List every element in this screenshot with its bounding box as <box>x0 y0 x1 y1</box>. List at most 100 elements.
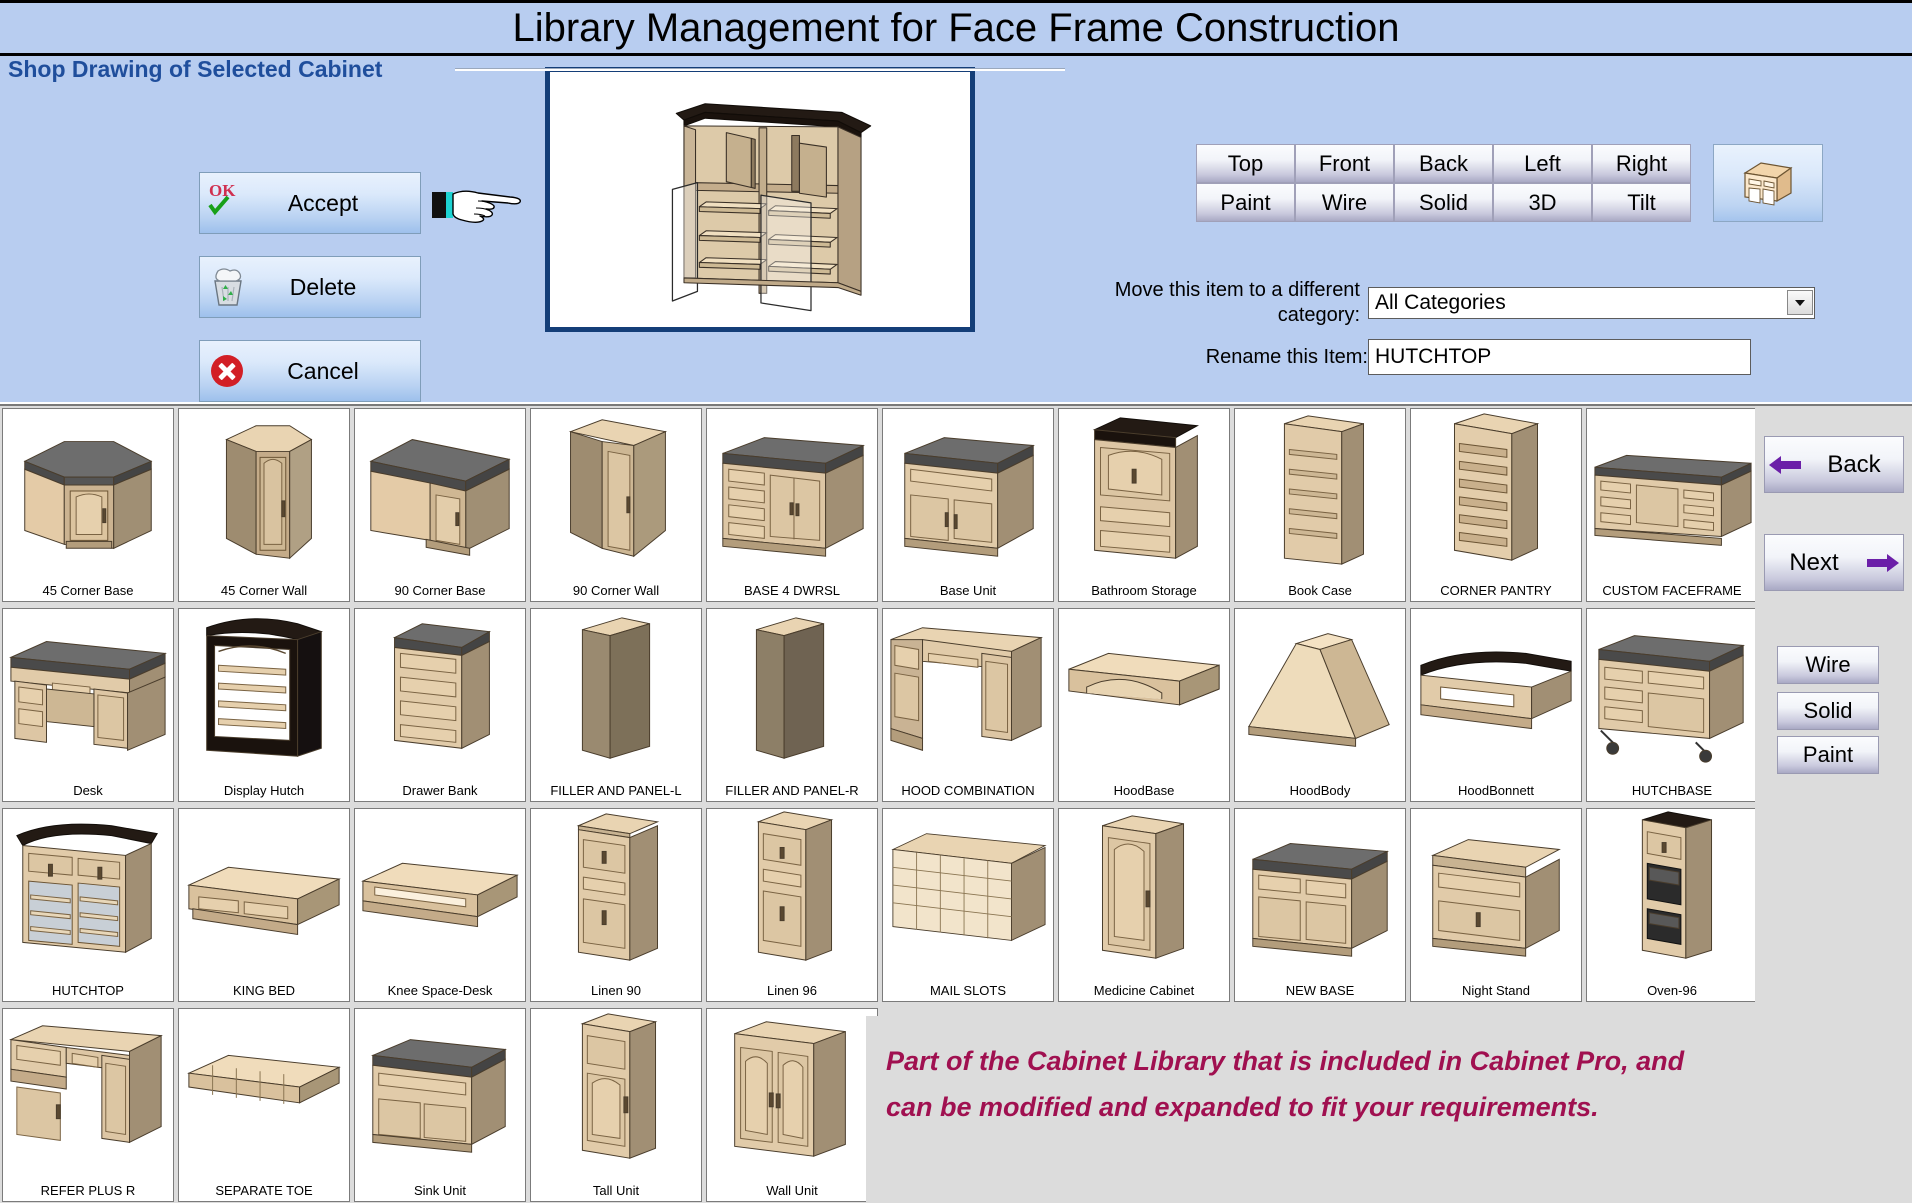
view-front-button[interactable]: Front <box>1295 144 1394 183</box>
library-item-hoodbonnett[interactable]: HoodBonnett <box>1410 608 1582 802</box>
library-note-line-1: Part of the Cabinet Library that is incl… <box>886 1046 1685 1076</box>
view-right-button[interactable]: Right <box>1592 144 1691 183</box>
library-item-90-corner-base[interactable]: 90 Corner Base <box>354 408 526 602</box>
arrow-right-icon <box>1867 553 1899 572</box>
library-item-refer-plus-r[interactable]: REFER PLUS R <box>2 1008 174 1202</box>
back-button[interactable]: Back <box>1764 436 1904 493</box>
bath-storage-thumb <box>1092 417 1200 560</box>
view-top-button[interactable]: Top <box>1196 144 1295 183</box>
library-item-label: MAIL SLOTS <box>929 983 1007 998</box>
hutch-base-thumb <box>1598 635 1746 763</box>
library-item-hoodbody[interactable]: HoodBody <box>1234 608 1406 802</box>
library-item-label: HoodBase <box>1113 783 1175 798</box>
library-item-label: CORNER PANTRY <box>1440 583 1552 598</box>
pointing-hand-icon <box>432 186 522 228</box>
wall-unit-thumb <box>734 1021 846 1157</box>
library-item-separate-toe[interactable]: SEPARATE TOE <box>178 1008 350 1202</box>
display-hutch-thumb <box>206 618 323 757</box>
library-item-base-4-dwrsl[interactable]: BASE 4 DWRSL <box>706 408 878 602</box>
library-item-45-corner-wall[interactable]: 45 Corner Wall <box>178 408 350 602</box>
rename-item-label: Rename this Item: <box>1205 346 1368 368</box>
library-item-drawer-bank[interactable]: Drawer Bank <box>354 608 526 802</box>
delete-button[interactable]: Delete <box>199 256 421 318</box>
separate-toe-thumb <box>187 1054 341 1104</box>
library-item-label: 90 Corner Wall <box>572 583 660 598</box>
view-buttons-row-2: Paint Wire Solid 3D Tilt <box>1196 183 1694 222</box>
solid-mode-button[interactable]: Solid <box>1777 692 1879 730</box>
library-item-base-unit[interactable]: Base Unit <box>882 408 1054 602</box>
refer-plus-r-thumb <box>8 1025 163 1144</box>
cancel-button[interactable]: Cancel <box>199 340 421 402</box>
library-item-hood-combination[interactable]: HOOD COMBINATION <box>882 608 1054 802</box>
library-row-2: Desk Display Hutch Drawer Bank FILLER AN… <box>0 606 1755 806</box>
library-item-knee-space-desk[interactable]: Knee Space-Desk <box>354 808 526 1002</box>
library-item-sink-unit[interactable]: Sink Unit <box>354 1008 526 1202</box>
library-item-label: HoodBody <box>1289 783 1351 798</box>
desk-thumb <box>9 641 167 752</box>
view-tilt-button[interactable]: Tilt <box>1592 183 1691 222</box>
group-divider-rule <box>455 68 1065 71</box>
library-item-king-bed[interactable]: KING BED <box>178 808 350 1002</box>
category-select[interactable] <box>1368 287 1815 319</box>
paint-mode-button[interactable]: Paint <box>1777 736 1879 774</box>
wire-mode-button[interactable]: Wire <box>1777 646 1879 684</box>
chevron-down-icon[interactable] <box>1787 290 1813 315</box>
library-item-90-corner-wall[interactable]: 90 Corner Wall <box>530 408 702 602</box>
new-base-thumb <box>1252 843 1390 957</box>
library-item-label: BASE 4 DWRSL <box>743 583 841 598</box>
hutch-top-thumb <box>16 823 158 954</box>
sink-unit-thumb <box>370 1039 507 1153</box>
library-item-label: Tall Unit <box>592 1183 640 1198</box>
library-item-linen-90[interactable]: Linen 90 <box>530 808 702 1002</box>
library-item-wall-unit[interactable]: Wall Unit <box>706 1008 878 1202</box>
rename-input[interactable] <box>1368 339 1751 375</box>
library-item-book-case[interactable]: Book Case <box>1234 408 1406 602</box>
cabinet-preview[interactable] <box>545 67 975 332</box>
view-back-button[interactable]: Back <box>1394 144 1493 183</box>
library-item-hoodbase[interactable]: HoodBase <box>1058 608 1230 802</box>
library-item-label: NEW BASE <box>1285 983 1355 998</box>
library-item-label: Knee Space-Desk <box>387 983 493 998</box>
library-item-hutchbase[interactable]: HUTCHBASE <box>1586 608 1755 802</box>
library-item-label: Drawer Bank <box>402 783 478 798</box>
library-item-new-base[interactable]: NEW BASE <box>1234 808 1406 1002</box>
knee-space-desk-thumb <box>361 862 519 928</box>
navigation-rail: Back Next Wire Solid Paint <box>1755 404 1912 1203</box>
library-item-filler-and-panel-r[interactable]: FILLER AND PANEL-R <box>706 608 878 802</box>
library-item-label: CUSTOM FACEFRAME <box>1602 583 1742 598</box>
library-item-medicine-cabinet[interactable]: Medicine Cabinet <box>1058 808 1230 1002</box>
library-item-label: Bathroom Storage <box>1091 583 1197 598</box>
library-item-mail-slots[interactable]: MAIL SLOTS <box>882 808 1054 1002</box>
library-item-oven-96[interactable]: Oven-96 <box>1586 808 1755 1002</box>
library-item-label: FILLER AND PANEL-R <box>725 783 859 798</box>
library-item-45-corner-base[interactable]: 45 Corner Base <box>2 408 174 602</box>
library-item-night-stand[interactable]: Night Stand <box>1410 808 1582 1002</box>
night-stand-thumb <box>1430 839 1561 957</box>
next-button-label: Next <box>1789 548 1839 576</box>
library-item-corner-pantry[interactable]: CORNER PANTRY <box>1410 408 1582 602</box>
corner-pantry-thumb <box>1453 413 1540 561</box>
library-item-desk[interactable]: Desk <box>2 608 174 802</box>
view-3d-button[interactable]: 3D <box>1493 183 1592 222</box>
library-item-bathroom-storage[interactable]: Bathroom Storage <box>1058 408 1230 602</box>
filler-panel-r-thumb <box>755 617 825 759</box>
next-button[interactable]: Next <box>1764 534 1904 591</box>
library-item-hutchtop[interactable]: HUTCHTOP <box>2 808 174 1002</box>
recycle-bin-icon <box>206 265 250 309</box>
library-note-line-2: can be modified and expanded to fit your… <box>886 1092 1599 1122</box>
arrow-left-icon <box>1769 455 1801 474</box>
accept-button[interactable]: OK Accept <box>199 172 421 234</box>
view-paint-button[interactable]: Paint <box>1196 183 1295 222</box>
filler-panel-l-thumb <box>581 617 651 759</box>
library-item-display-hutch[interactable]: Display Hutch <box>178 608 350 802</box>
library-item-custom-faceframe[interactable]: CUSTOM FACEFRAME <box>1586 408 1755 602</box>
hood-body-thumb <box>1248 633 1390 747</box>
library-item-linen-96[interactable]: Linen 96 <box>706 808 878 1002</box>
view-solid-button[interactable]: Solid <box>1394 183 1493 222</box>
view-left-button[interactable]: Left <box>1493 144 1592 183</box>
library-item-tall-unit[interactable]: Tall Unit <box>530 1008 702 1202</box>
library-item-filler-and-panel-l[interactable]: FILLER AND PANEL-L <box>530 608 702 802</box>
library-item-label: SEPARATE TOE <box>215 1183 313 1198</box>
cabinet-3d-icon-button[interactable] <box>1713 144 1823 222</box>
view-wire-button[interactable]: Wire <box>1295 183 1394 222</box>
